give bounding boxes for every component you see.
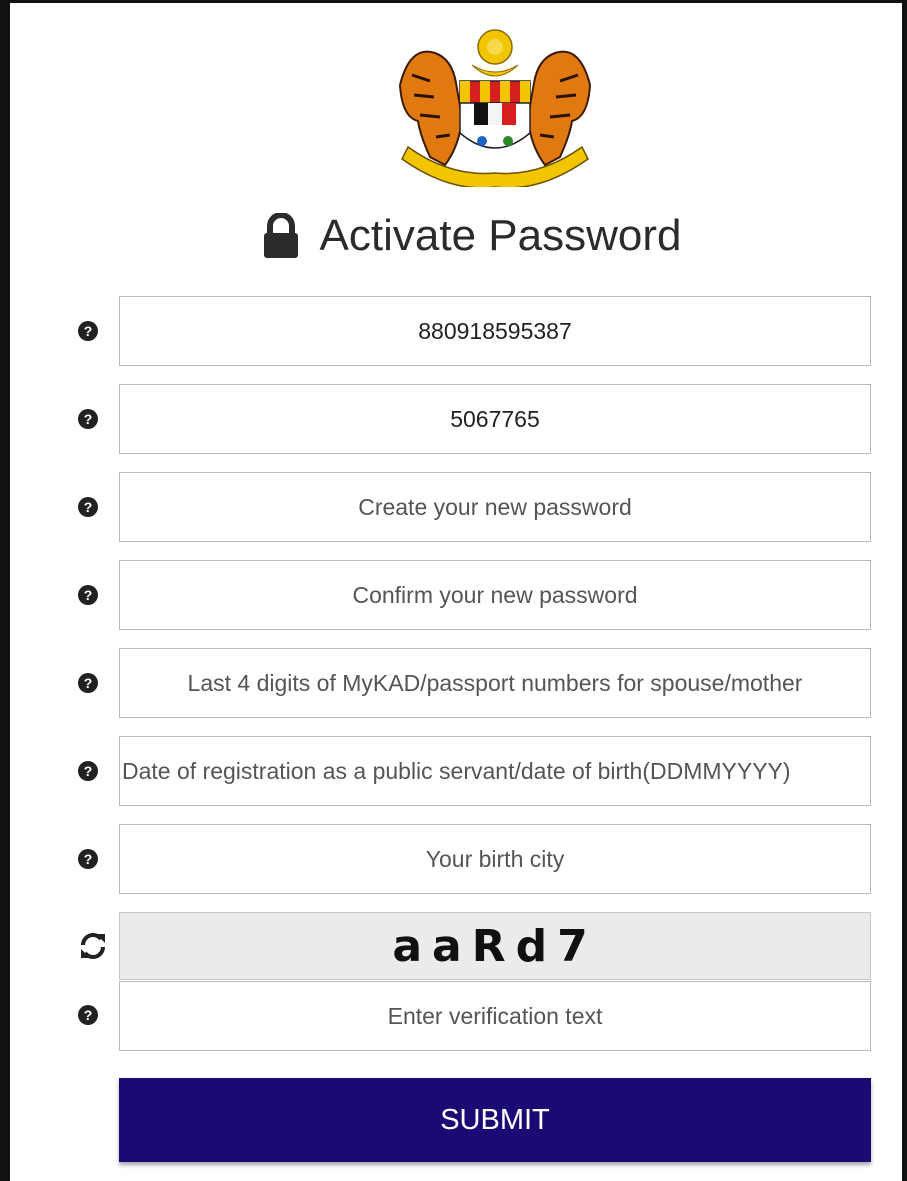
page-frame: Activate Password ? ? ? ? ? ? ?	[0, 0, 907, 1181]
submit-button[interactable]: SUBMIT	[119, 1078, 871, 1162]
spouse-mother-id-field[interactable]	[119, 648, 871, 718]
svg-text:?: ?	[84, 499, 93, 515]
svg-text:?: ?	[84, 587, 93, 603]
confirm-password-field[interactable]	[119, 560, 871, 630]
birth-city-field[interactable]	[119, 824, 871, 894]
question-circle-icon[interactable]: ?	[78, 585, 98, 605]
captcha-image: aaRd7	[119, 912, 871, 980]
question-circle-icon[interactable]: ?	[78, 673, 98, 693]
question-circle-icon[interactable]: ?	[78, 761, 98, 781]
question-circle-icon[interactable]: ?	[78, 497, 98, 517]
question-circle-icon[interactable]: ?	[78, 1005, 98, 1025]
page-heading: Activate Password	[10, 205, 907, 267]
question-circle-icon[interactable]: ?	[78, 321, 98, 341]
activation-code-field[interactable]	[119, 384, 871, 454]
registration-date-field[interactable]	[119, 736, 871, 806]
svg-text:?: ?	[84, 1007, 93, 1023]
page-title: Activate Password	[319, 211, 682, 260]
lock-icon	[263, 213, 298, 258]
svg-text:?: ?	[84, 763, 93, 779]
question-circle-icon[interactable]: ?	[78, 849, 98, 869]
refresh-icon[interactable]	[78, 931, 108, 961]
svg-text:?: ?	[84, 675, 93, 691]
new-password-field[interactable]	[119, 472, 871, 542]
svg-text:?: ?	[84, 411, 93, 427]
question-circle-icon[interactable]: ?	[78, 409, 98, 429]
svg-text:?: ?	[84, 323, 93, 339]
svg-text:?: ?	[84, 851, 93, 867]
ic-number-field[interactable]	[119, 296, 871, 366]
coat-of-arms-logo-icon	[398, 29, 592, 187]
verification-text-field[interactable]	[119, 981, 871, 1051]
